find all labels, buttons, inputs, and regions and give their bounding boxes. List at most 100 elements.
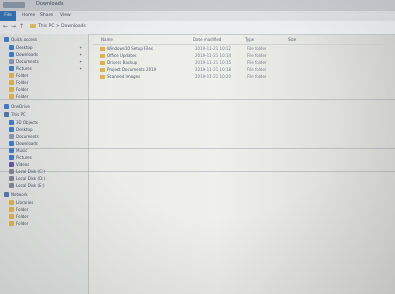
column-name[interactable]: Name (101, 36, 113, 44)
sidebar-item-documents[interactable]: Documents ✦ (0, 58, 88, 65)
file-date: 2019-11-21 10:20 (195, 74, 232, 79)
sidebar-item-desktop[interactable]: Desktop (0, 126, 88, 133)
folder-icon (100, 47, 105, 51)
sidebar-item-label: Folder (16, 221, 29, 226)
tab-view[interactable]: View (60, 13, 71, 18)
file-type: File folder (247, 74, 267, 79)
breadcrumb-text: This PC > Downloads (38, 24, 86, 29)
picture-icon (9, 66, 14, 71)
forward-arrow-icon[interactable]: → (11, 24, 17, 30)
sidebar-item-label: Folder (16, 207, 29, 212)
pin-icon: ✦ (79, 66, 83, 71)
sidebar-item-folder[interactable]: Folder (0, 213, 88, 220)
tab-file[interactable]: File (0, 11, 16, 21)
ribbon-tabs: File Home Share View (0, 11, 395, 21)
title-bar: Downloads (0, 0, 395, 11)
sidebar-item-folder[interactable]: Folder (0, 220, 88, 227)
sidebar-item-label: Documents (16, 59, 39, 64)
sidebar-item-videos[interactable]: Videos (0, 161, 88, 168)
sidebar-item-label: Documents (16, 134, 39, 139)
onedrive-icon (4, 104, 9, 109)
sidebar-item-local-disk-d-[interactable]: Local Disk (D:) (0, 175, 88, 182)
sidebar-item-label: Folder (16, 73, 29, 78)
download-icon (9, 52, 14, 57)
file-type: File folder (247, 67, 267, 72)
back-arrow-icon[interactable]: ← (3, 24, 9, 30)
file-name: Scanned Images (107, 74, 141, 79)
breadcrumb[interactable]: This PC > Downloads (30, 23, 280, 31)
nav-label: Quick access (11, 37, 38, 42)
folder-icon (100, 75, 105, 79)
column-size[interactable]: Size (288, 36, 296, 44)
sidebar-item-downloads[interactable]: Downloads ✦ (0, 51, 88, 58)
sidebar-item-local-disk-e-[interactable]: Local Disk (E:) (0, 182, 88, 189)
nav-this-pc[interactable]: This PC (0, 111, 88, 118)
sidebar-item-label: Videos (16, 162, 30, 167)
quick-access-icon (4, 37, 9, 42)
sidebar-item-folder[interactable]: Folder (0, 206, 88, 213)
sidebar-item-pictures[interactable]: Pictures ✦ (0, 65, 88, 72)
file-date: 2019-11-21 10:14 (195, 53, 232, 58)
sidebar-item-label: Local Disk (E:) (16, 183, 45, 188)
tab-share[interactable]: Share (40, 13, 53, 18)
sidebar-item-label: Libraries (16, 200, 34, 205)
sidebar-item-desktop[interactable]: Desktop ✦ (0, 44, 88, 51)
file-name: Office Updates (107, 53, 137, 58)
address-bar: ← → ↑ This PC > Downloads (0, 21, 395, 35)
nav-label: This PC (11, 112, 26, 117)
table-row[interactable]: Project Documents 2019 2019-11-21 10:18 Fi… (95, 67, 375, 73)
folder-icon (100, 68, 105, 72)
sidebar-item-documents[interactable]: Documents (0, 133, 88, 140)
folder-icon (9, 214, 14, 219)
pin-icon: ✦ (79, 52, 83, 57)
sidebar-item-label: Downloads (16, 141, 38, 146)
download-icon (9, 141, 14, 146)
sidebar-item-folder[interactable]: Folder (0, 72, 88, 79)
sidebar-item-label: Pictures (16, 66, 32, 71)
folder-icon (9, 73, 14, 78)
sidebar-item-label: Folder (16, 80, 29, 85)
column-header: Name Date modified Type Size (93, 36, 393, 44)
video-icon (9, 162, 14, 167)
sidebar-item-folder[interactable]: Folder (0, 79, 88, 86)
folder-icon (9, 80, 14, 85)
folder-icon (9, 207, 14, 212)
file-date: 2019-11-21 10:15 (195, 60, 232, 65)
nav-quick-access[interactable]: Quick access (0, 36, 88, 43)
table-row[interactable]: Drivers Backup 2019-11-21 10:15 File folde… (95, 60, 375, 66)
table-row[interactable]: Scanned Images 2019-11-21 10:20 File folde… (95, 74, 375, 80)
sidebar-item-downloads[interactable]: Downloads (0, 140, 88, 147)
window-title: Downloads (36, 1, 64, 7)
column-type[interactable]: Type (245, 36, 254, 44)
file-name: Windows10 Setup Files (107, 46, 153, 51)
sidebar-item-3d-objects[interactable]: 3D Objects (0, 119, 88, 126)
cube-icon (9, 120, 14, 125)
nav-label: Network (11, 192, 28, 197)
sidebar-item-folder[interactable]: Folder (0, 86, 88, 93)
folder-icon (30, 23, 36, 28)
column-date-modified[interactable]: Date modified (193, 36, 221, 44)
folder-icon (9, 221, 14, 226)
sidebar-item-label: Folder (16, 214, 29, 219)
document-icon (9, 134, 14, 139)
file-name: Drivers Backup (107, 60, 138, 65)
nav-network[interactable]: Network (0, 191, 88, 198)
table-row[interactable]: Windows10 Setup Files 2019-11-21 10:12 Fil… (95, 46, 375, 52)
nav-onedrive[interactable]: OneDrive (0, 103, 88, 110)
sidebar-item-libraries[interactable]: Libraries (0, 199, 88, 206)
folder-icon (100, 54, 105, 58)
drive-icon (9, 176, 14, 181)
sidebar-item-pictures[interactable]: Pictures (0, 154, 88, 161)
tab-home[interactable]: Home (22, 13, 35, 18)
sidebar-item-label: Desktop (16, 127, 33, 132)
sidebar-item-label: Local Disk (D:) (16, 176, 46, 181)
document-icon (9, 59, 14, 64)
table-row[interactable]: Office Updates 2019-11-21 10:14 File folde… (95, 53, 375, 59)
quick-access-toolbar[interactable] (3, 2, 25, 8)
pin-icon: ✦ (79, 59, 83, 64)
up-arrow-icon[interactable]: ↑ (19, 24, 25, 30)
folder-icon (9, 200, 14, 205)
drive-icon (9, 183, 14, 188)
scan-line (0, 148, 395, 149)
this-pc-icon (4, 112, 9, 117)
